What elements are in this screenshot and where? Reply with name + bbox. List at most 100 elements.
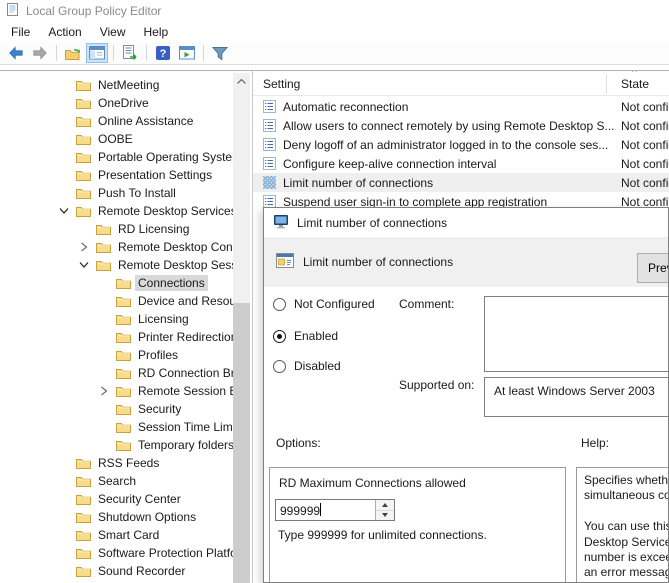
- tree-item-label: NetMeeting: [95, 77, 162, 93]
- console-tree: NetMeetingOneDriveOnline AssistanceOOBEP…: [0, 76, 233, 583]
- setting-row-allow-users-to-connect-remotely-by-using-remote-desktop-s[interactable]: Allow users to connect remotely by using…: [253, 116, 669, 135]
- chevron-expanded-icon[interactable]: [72, 261, 96, 269]
- tree-item-software-protection-platfo[interactable]: Software Protection Platfo: [0, 544, 233, 562]
- radio-enabled[interactable]: Enabled: [273, 329, 338, 343]
- help-line: Specifies whether: [584, 473, 669, 488]
- console-folder-icon[interactable]: [62, 43, 84, 63]
- setting-row-configure-keep-alive-connection-interval[interactable]: Configure keep-alive connection interval…: [253, 154, 669, 173]
- app-icon: [5, 2, 20, 20]
- tree-item-netmeeting[interactable]: NetMeeting: [0, 76, 233, 94]
- list-header: Setting State ^: [253, 71, 669, 96]
- tree-scrollbar[interactable]: [233, 73, 250, 583]
- chevron-collapsed-icon[interactable]: [92, 386, 116, 396]
- back-icon[interactable]: [5, 43, 27, 63]
- folder-icon: [76, 205, 91, 218]
- setting-state: Not config: [621, 119, 669, 133]
- tree-item-licensing[interactable]: Licensing: [0, 310, 233, 328]
- setting-row-automatic-reconnection[interactable]: Automatic reconnectionNot config: [253, 97, 669, 116]
- window-titlebar: Local Group Policy Editor: [0, 0, 669, 22]
- scrollbar-thumb[interactable]: [233, 303, 250, 583]
- setting-name: Limit number of connections: [283, 176, 433, 190]
- tree-item-remote-desktop-services[interactable]: Remote Desktop Services: [0, 202, 233, 220]
- remote-desktop-monitor-icon: [273, 214, 289, 232]
- previous-setting-button[interactable]: Prev: [637, 253, 669, 283]
- tree-item-shutdown-options[interactable]: Shutdown Options: [0, 508, 233, 526]
- forward-icon[interactable]: [29, 43, 51, 63]
- arrow-up-icon: [382, 503, 388, 507]
- show-console-tree-icon[interactable]: [86, 43, 108, 63]
- show-properties-icon[interactable]: [176, 43, 198, 63]
- folder-icon: [76, 79, 91, 92]
- folder-icon: [116, 439, 131, 452]
- chevron-collapsed-icon[interactable]: [72, 242, 96, 252]
- folder-icon: [116, 331, 131, 344]
- dialog-title: Limit number of connections: [297, 216, 447, 230]
- filter-icon[interactable]: [209, 43, 231, 63]
- chevron-expanded-icon[interactable]: [52, 207, 76, 215]
- setting-row-deny-logoff-of-an-administrator-logged-in-to-the-console-ses[interactable]: Deny logoff of an administrator logged i…: [253, 135, 669, 154]
- tree-item-push-to-install[interactable]: Push To Install: [0, 184, 233, 202]
- tree-item-printer-redirection[interactable]: Printer Redirection: [0, 328, 233, 346]
- menu-view[interactable]: View: [91, 23, 135, 41]
- toolbar-separator: [146, 45, 147, 61]
- radio-button-icon[interactable]: [273, 360, 286, 373]
- tree-item-oobe[interactable]: OOBE: [0, 130, 233, 148]
- tree-item-sound-recorder[interactable]: Sound Recorder: [0, 562, 233, 580]
- tree-item-smart-card[interactable]: Smart Card: [0, 526, 233, 544]
- folder-icon: [116, 277, 131, 290]
- tree-item-session-time-limit[interactable]: Session Time Limit: [0, 418, 233, 436]
- tree-item-remote-desktop-sessi[interactable]: Remote Desktop Sessi: [0, 256, 233, 274]
- tree-item-portable-operating-system[interactable]: Portable Operating System: [0, 148, 233, 166]
- tree-item-label: Smart Card: [95, 527, 162, 543]
- toolbar: ?: [0, 42, 669, 65]
- tree-item-label: Software Protection Platfo: [95, 545, 233, 561]
- tree-item-security-center[interactable]: Security Center: [0, 490, 233, 508]
- spin-up-button[interactable]: [376, 500, 394, 510]
- folder-icon: [76, 133, 91, 146]
- folder-icon: [116, 313, 131, 326]
- tree-item-rd-connection-bro[interactable]: RD Connection Bro: [0, 364, 233, 382]
- help-line: number is exceed: [584, 550, 669, 565]
- menu-file[interactable]: File: [2, 23, 39, 41]
- radio-button-icon[interactable]: [273, 330, 286, 343]
- tree-item-rss-feeds[interactable]: RSS Feeds: [0, 454, 233, 472]
- tree-item-connections[interactable]: Connections: [0, 274, 233, 292]
- setting-row-limit-number-of-connections[interactable]: Limit number of connectionsNot config: [253, 173, 669, 192]
- menu-action[interactable]: Action: [39, 23, 90, 41]
- spin-down-button[interactable]: [376, 510, 394, 521]
- help-line: Desktop Services: [584, 535, 669, 550]
- column-header-setting[interactable]: Setting: [263, 77, 300, 91]
- folder-icon: [96, 223, 111, 236]
- tree-item-online-assistance[interactable]: Online Assistance: [0, 112, 233, 130]
- tree-item-onedrive[interactable]: OneDrive: [0, 94, 233, 112]
- scroll-up-icon[interactable]: [233, 73, 250, 90]
- tree-item-remote-session-en[interactable]: Remote Session En: [0, 382, 233, 400]
- folder-icon: [96, 241, 111, 254]
- column-header-state[interactable]: State: [621, 77, 649, 91]
- tree-item-rd-licensing[interactable]: RD Licensing: [0, 220, 233, 238]
- policy-setting-icon: [263, 119, 276, 132]
- export-list-icon[interactable]: [119, 43, 141, 63]
- comment-input[interactable]: [484, 296, 669, 372]
- radio-not-configured[interactable]: Not Configured: [273, 297, 375, 311]
- column-divider[interactable]: [606, 74, 607, 94]
- tree-item-search[interactable]: Search: [0, 472, 233, 490]
- tree-item-label: RD Connection Bro: [135, 365, 233, 381]
- radio-button-icon[interactable]: [273, 298, 286, 311]
- tree-item-security[interactable]: Security: [0, 400, 233, 418]
- max-connections-value[interactable]: 999999: [280, 504, 320, 520]
- menu-help[interactable]: Help: [135, 23, 178, 41]
- tree-item-remote-desktop-conn[interactable]: Remote Desktop Conn: [0, 238, 233, 256]
- tree-item-label: OOBE: [95, 131, 136, 147]
- tree-item-temporary-folders[interactable]: Temporary folders: [0, 436, 233, 454]
- dialog-titlebar: Limit number of connections: [264, 208, 668, 237]
- max-connections-spinner[interactable]: 999999: [275, 499, 395, 521]
- tree-item-device-and-resour[interactable]: Device and Resour: [0, 292, 233, 310]
- tree-item-presentation-settings[interactable]: Presentation Settings: [0, 166, 233, 184]
- help-icon[interactable]: ?: [152, 43, 174, 63]
- help-label: Help:: [581, 436, 609, 450]
- radio-disabled[interactable]: Disabled: [273, 359, 341, 373]
- tree-item-profiles[interactable]: Profiles: [0, 346, 233, 364]
- folder-icon: [116, 421, 131, 434]
- folder-icon: [76, 529, 91, 542]
